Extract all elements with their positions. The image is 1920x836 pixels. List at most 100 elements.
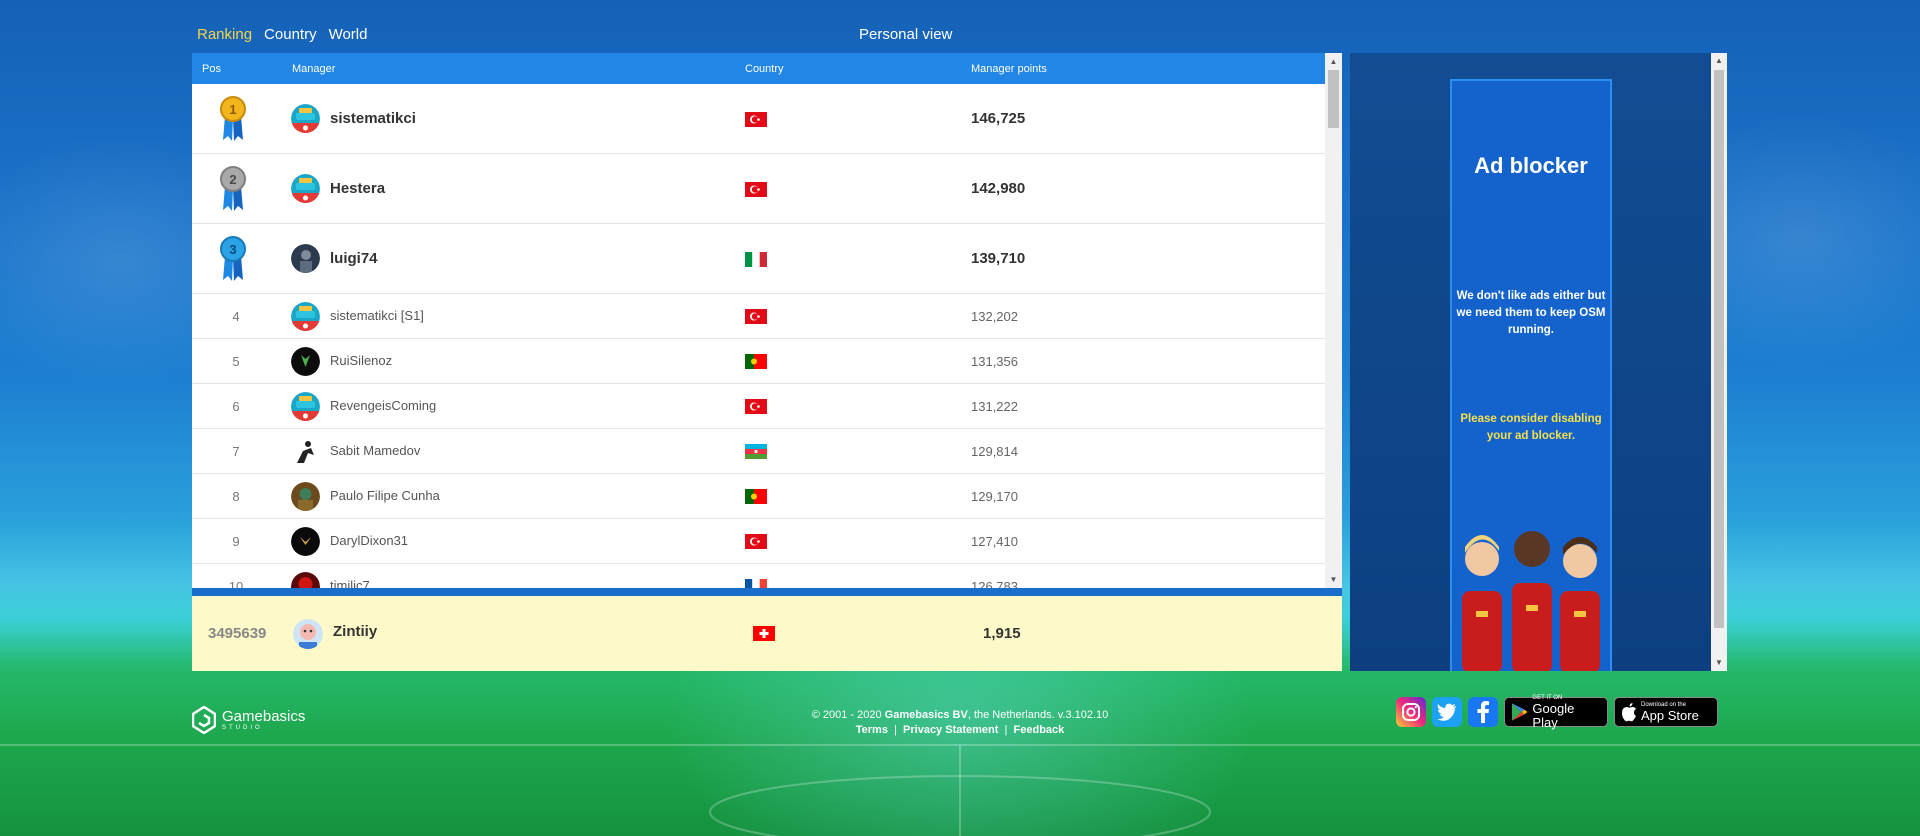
own-ranking-row[interactable]: 3495639 Zintiiy 1,915 xyxy=(192,596,1342,671)
ad-scrollbar-thumb[interactable] xyxy=(1714,70,1724,628)
tab-ranking[interactable]: Ranking xyxy=(197,26,252,43)
avatar[interactable] xyxy=(291,104,320,133)
ad-panel: Ad blocker We don't like ads either but … xyxy=(1350,53,1727,671)
social-links: GET IT ON Google Play Download on the Ap… xyxy=(1396,695,1718,729)
own-rank-position: 3495639 xyxy=(208,625,267,642)
rank-position: 5 xyxy=(232,354,240,369)
twitter-icon[interactable] xyxy=(1432,697,1462,727)
company-name: Gamebasics BV xyxy=(884,709,968,721)
terms-link[interactable]: Terms xyxy=(856,724,888,736)
avatar[interactable] xyxy=(291,482,320,511)
scroll-down-icon[interactable]: ▼ xyxy=(1325,572,1342,587)
own-manager-name[interactable]: Zintiiy xyxy=(333,623,377,640)
silver-medal-icon: 2 xyxy=(220,166,246,211)
manager-points: 129,170 xyxy=(971,489,1018,504)
header-pos[interactable]: Pos xyxy=(202,63,221,75)
gamebasics-studio-label: STUDIO xyxy=(222,724,263,731)
privacy-link[interactable]: Privacy Statement xyxy=(903,724,998,736)
ad-scrollbar[interactable]: ▲ ▼ xyxy=(1711,53,1727,671)
ad-blocker-title: Ad blocker xyxy=(1474,153,1588,178)
own-manager-points: 1,915 xyxy=(983,625,1021,642)
avatar[interactable] xyxy=(291,347,320,376)
manager-points: 131,222 xyxy=(971,399,1018,414)
google-play-button[interactable]: GET IT ON Google Play xyxy=(1504,695,1608,729)
table-row[interactable]: 5 RuiSilenoz 131,356 xyxy=(192,339,1325,384)
personal-view-link[interactable]: Personal view xyxy=(859,26,952,43)
rank-position: 7 xyxy=(232,444,240,459)
manager-points: 127,410 xyxy=(971,534,1018,549)
scroll-down-icon[interactable]: ▼ xyxy=(1711,656,1727,670)
avatar[interactable] xyxy=(291,527,320,556)
ad-blocker-cta: Please consider disabling your ad blocke… xyxy=(1460,413,1602,442)
blue-medal-icon: 3 xyxy=(220,236,246,281)
flag-turkey-icon xyxy=(745,534,767,549)
rank-position: 4 xyxy=(232,309,240,324)
own-avatar[interactable] xyxy=(293,619,323,649)
instagram-icon[interactable] xyxy=(1396,697,1426,727)
ad-blocker-card: Ad blocker We don't like ads either but … xyxy=(1450,79,1612,671)
tab-world[interactable]: World xyxy=(329,26,368,43)
flag-portugal-icon xyxy=(745,354,767,369)
svg-text:2: 2 xyxy=(229,172,236,187)
table-row[interactable]: 4 sistematikci [S1] 132,202 xyxy=(192,294,1325,339)
facebook-icon[interactable] xyxy=(1468,697,1498,727)
copyright-suffix: , the Netherlands. v.3.102.10 xyxy=(967,709,1109,721)
manager-name[interactable]: sistematikci xyxy=(330,110,416,127)
gamebasics-logo[interactable]: Gamebasics STUDIO xyxy=(192,706,305,734)
avatar[interactable] xyxy=(291,244,320,273)
svg-text:3: 3 xyxy=(229,242,236,257)
manager-name[interactable]: timilic7 xyxy=(330,578,370,588)
manager-name[interactable]: luigi74 xyxy=(330,250,378,267)
flag-france-icon xyxy=(745,579,767,588)
flag-turkey-icon xyxy=(745,309,767,324)
flag-azerbaijan-icon xyxy=(745,444,767,459)
manager-name[interactable]: RevengeisComing xyxy=(330,398,436,413)
rank-position: 8 xyxy=(232,489,240,504)
apple-icon xyxy=(1622,703,1636,722)
table-row[interactable]: 7 Sabit Mamedov 129,814 xyxy=(192,429,1325,474)
scrollbar-thumb[interactable] xyxy=(1328,70,1339,128)
ranking-list: 1 sistematikci 146,725 2 Hestera 142,980 xyxy=(192,84,1325,588)
scroll-up-icon[interactable]: ▲ xyxy=(1711,54,1727,68)
gold-medal-icon: 1 xyxy=(220,96,246,141)
rank-position: 6 xyxy=(232,399,240,414)
avatar[interactable] xyxy=(291,437,320,466)
manager-points: 132,202 xyxy=(971,309,1018,324)
players-illustration xyxy=(1462,531,1600,671)
manager-points: 146,725 xyxy=(971,110,1026,127)
header-points[interactable]: Manager points xyxy=(971,63,1047,75)
table-row[interactable]: 8 Paulo Filipe Cunha 129,170 xyxy=(192,474,1325,519)
avatar[interactable] xyxy=(291,392,320,421)
manager-name[interactable]: DarylDixon31 xyxy=(330,533,408,548)
header-country[interactable]: Country xyxy=(745,63,784,75)
manager-name[interactable]: Hestera xyxy=(330,180,385,197)
manager-name[interactable]: Sabit Mamedov xyxy=(330,443,420,458)
ad-blocker-message: We don't like ads either but we need the… xyxy=(1456,290,1606,336)
scroll-up-icon[interactable]: ▲ xyxy=(1325,54,1342,69)
header-manager[interactable]: Manager xyxy=(292,63,335,75)
manager-name[interactable]: RuiSilenoz xyxy=(330,353,392,368)
manager-name[interactable]: Paulo Filipe Cunha xyxy=(330,488,440,503)
app-store-label: App Store xyxy=(1641,707,1699,723)
table-row[interactable]: 10 timilic7 126,783 xyxy=(192,564,1325,588)
ranking-scrollbar[interactable]: ▲ ▼ xyxy=(1325,53,1342,588)
table-row[interactable]: 3 luigi74 139,710 xyxy=(192,224,1325,294)
manager-points: 139,710 xyxy=(971,250,1026,267)
manager-name[interactable]: sistematikci [S1] xyxy=(330,308,424,323)
table-row[interactable]: 6 RevengeisComing 131,222 xyxy=(192,384,1325,429)
tab-country[interactable]: Country xyxy=(264,26,317,43)
avatar[interactable] xyxy=(291,174,320,203)
table-row[interactable]: 1 sistematikci 146,725 xyxy=(192,84,1325,154)
gamebasics-logo-icon xyxy=(192,706,216,734)
gamebasics-wordmark: Gamebasics xyxy=(222,707,306,725)
manager-points: 126,783 xyxy=(971,579,1018,588)
table-row[interactable]: 9 DarylDixon31 127,410 xyxy=(192,519,1325,564)
avatar[interactable] xyxy=(291,572,320,588)
rank-position: 9 xyxy=(232,534,240,549)
svg-text:1: 1 xyxy=(229,102,236,117)
feedback-link[interactable]: Feedback xyxy=(1014,724,1065,736)
app-store-button[interactable]: Download on the App Store xyxy=(1614,697,1718,727)
table-row[interactable]: 2 Hestera 142,980 xyxy=(192,154,1325,224)
avatar[interactable] xyxy=(291,302,320,331)
table-header: Pos Manager Country Manager points xyxy=(192,53,1325,84)
